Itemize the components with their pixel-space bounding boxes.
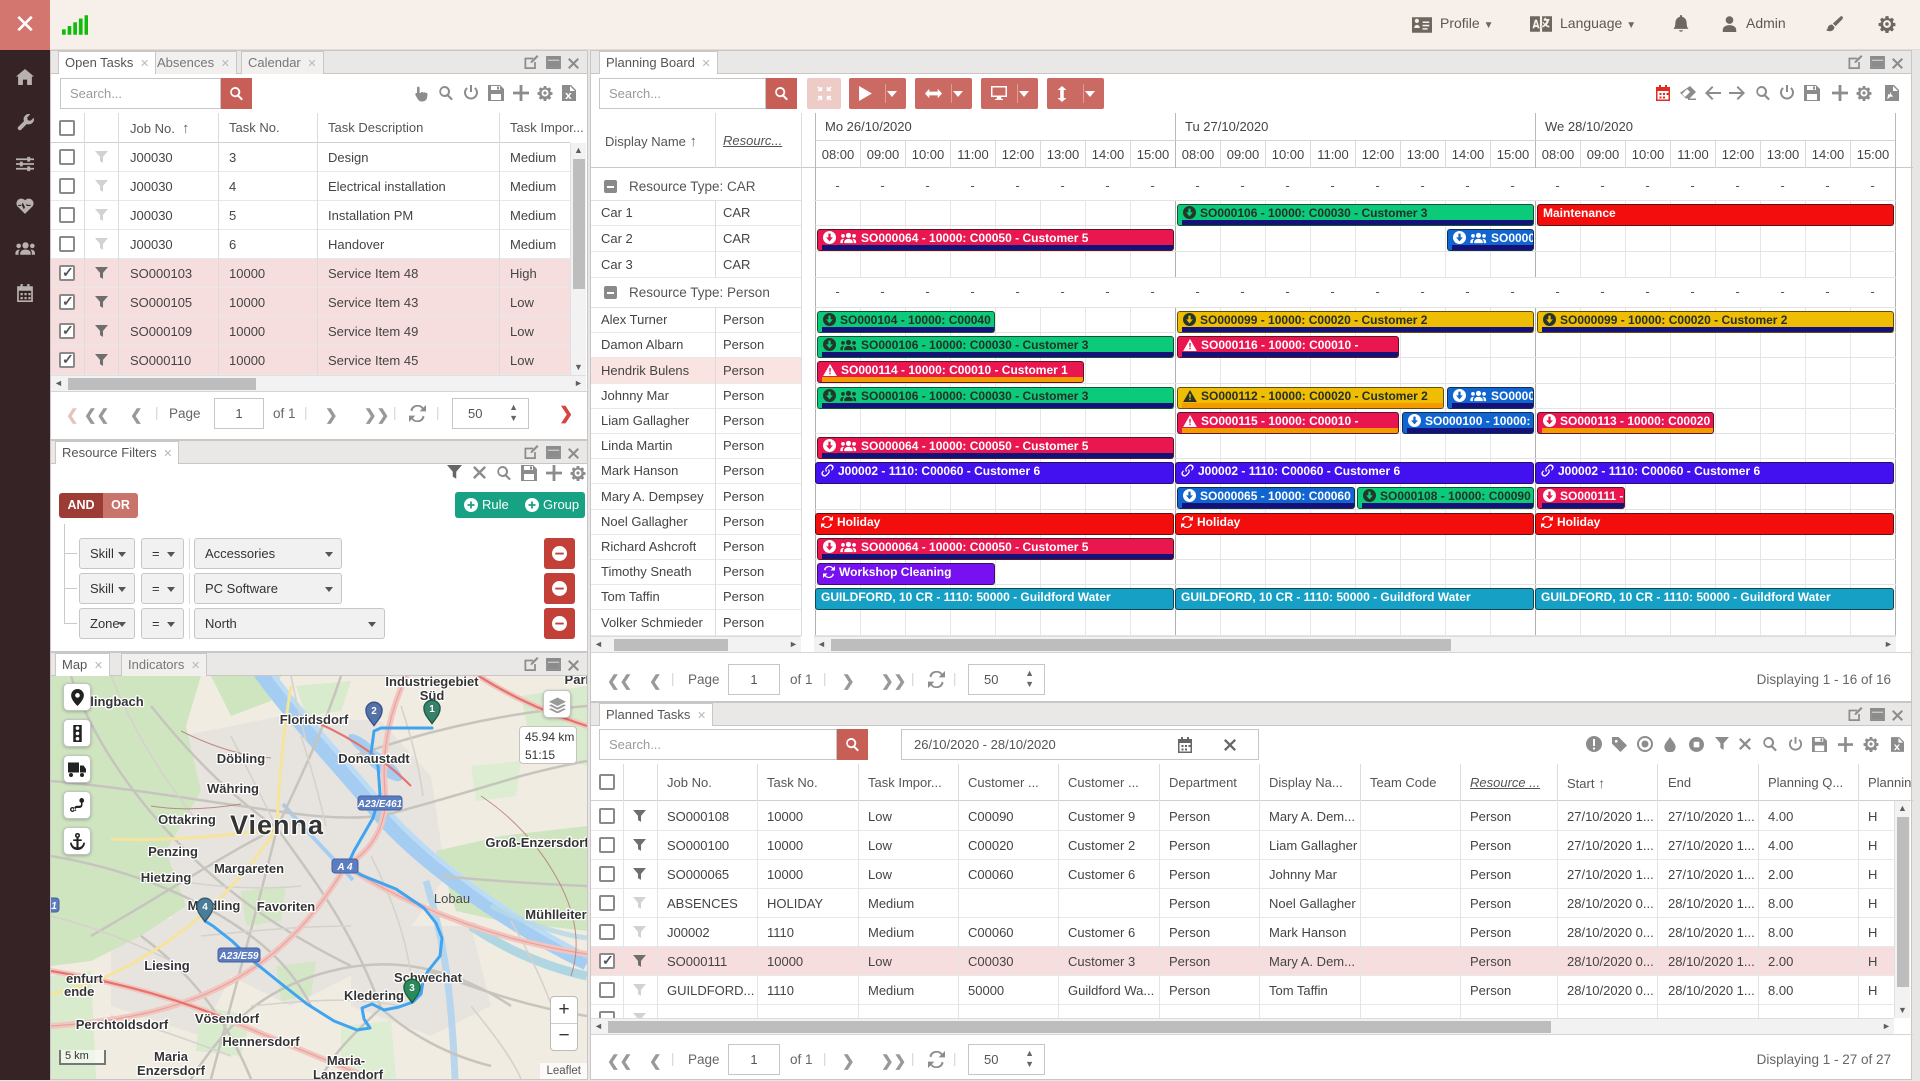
svg-text:Favoriten: Favoriten <box>257 899 316 914</box>
svg-text:Döbling: Döbling <box>217 751 265 766</box>
svg-text:Währing: Währing <box>207 781 259 796</box>
svg-text:Lobau: Lobau <box>434 891 470 906</box>
svg-text:3: 3 <box>409 983 415 994</box>
svg-text:Floridsdorf: Floridsdorf <box>280 712 349 727</box>
svg-text:Groß-Enzersdorf: Groß-Enzersdorf <box>485 835 587 850</box>
svg-text:Maria: Maria <box>154 1049 189 1064</box>
svg-text:Vösendorf: Vösendorf <box>195 1011 260 1026</box>
svg-text:Meidling: Meidling <box>188 898 241 913</box>
svg-text:4: 4 <box>202 902 208 913</box>
svg-text:Hennersdorf: Hennersdorf <box>222 1034 300 1049</box>
svg-text:A 4: A 4 <box>336 862 353 873</box>
svg-text:A23/E461: A23/E461 <box>357 799 403 810</box>
svg-text:1: 1 <box>51 901 57 912</box>
svg-text:1: 1 <box>429 704 435 715</box>
svg-text:Lanzendorf: Lanzendorf <box>313 1067 384 1079</box>
svg-text:Vienna: Vienna <box>230 810 324 840</box>
svg-text:Maria-: Maria- <box>327 1053 365 1068</box>
svg-text:Perchtoldsdorf: Perchtoldsdorf <box>76 1017 169 1032</box>
svg-text:Donaustadt: Donaustadt <box>338 751 410 766</box>
svg-text:Liesing: Liesing <box>144 958 190 973</box>
svg-text:dlingbach: dlingbach <box>82 694 143 709</box>
svg-text:Margareten: Margareten <box>214 861 284 876</box>
svg-text:Kledering: Kledering <box>344 988 404 1003</box>
svg-text:Hietzing: Hietzing <box>141 870 192 885</box>
svg-text:Parb: Parb <box>565 676 587 687</box>
svg-text:Enzersdorf: Enzersdorf <box>137 1063 206 1078</box>
svg-text:Penzing: Penzing <box>148 844 198 859</box>
svg-text:A23/E59: A23/E59 <box>219 951 259 962</box>
svg-text:Ottakring: Ottakring <box>158 812 216 827</box>
svg-text:Schwechat: Schwechat <box>394 970 463 985</box>
svg-text:ende: ende <box>64 984 94 999</box>
svg-text:2: 2 <box>371 706 377 717</box>
svg-text:Mühlleiter: Mühlleiter <box>525 907 586 922</box>
